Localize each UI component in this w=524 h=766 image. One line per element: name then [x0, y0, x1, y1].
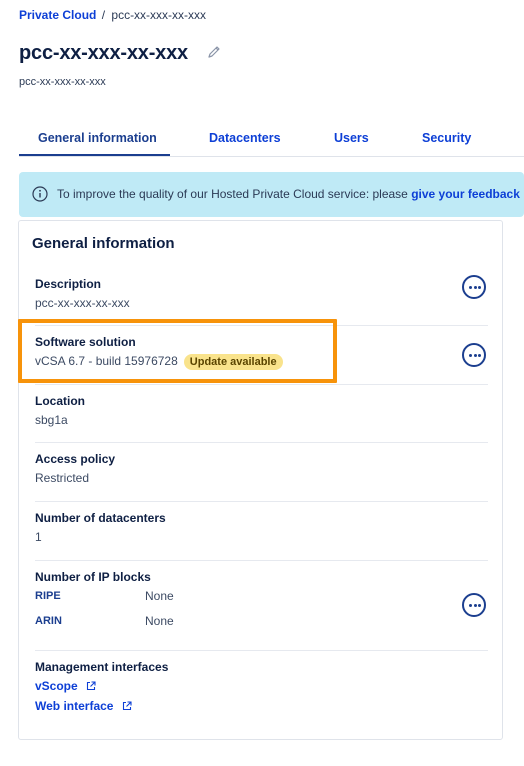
breadcrumb-private-cloud-link[interactable]: Private Cloud [19, 8, 96, 22]
ripe-label: RIPE [35, 590, 61, 602]
breadcrumb-current: pcc-xx-xxx-xx-xxx [111, 8, 207, 22]
active-tab-indicator [19, 154, 170, 156]
breadcrumb: Private Cloud / pcc-xx-xxx-xx-xxx [19, 8, 206, 22]
page-title: pcc-xx-xxx-xx-xxx [19, 42, 188, 64]
tab-general-information[interactable]: General information [38, 131, 157, 145]
arin-value: None [145, 614, 174, 628]
tab-users[interactable]: Users [334, 131, 369, 145]
datacenters-label: Number of datacenters [35, 511, 166, 525]
tab-datacenters[interactable]: Datacenters [209, 131, 281, 145]
info-icon [32, 186, 48, 202]
web-interface-link[interactable]: Web interface [35, 699, 132, 713]
general-information-card: General information Description pcc-xx-x… [18, 220, 503, 740]
location-value: sbg1a [35, 413, 68, 427]
banner-text: To improve the quality of our Hosted Pri… [57, 187, 520, 201]
ip-blocks-more-options-button[interactable] [462, 593, 486, 617]
access-policy-value: Restricted [35, 471, 90, 485]
datacenters-row: Number of datacenters 1 [35, 511, 488, 561]
feedback-banner: To improve the quality of our Hosted Pri… [19, 172, 524, 217]
banner-message: To improve the quality of our Hosted Pri… [57, 187, 412, 201]
web-interface-link-text[interactable]: Web interface [35, 699, 113, 713]
arin-label: ARIN [35, 615, 62, 627]
tab-bar: General information Datacenters Users Se… [19, 118, 524, 157]
edit-pencil-icon[interactable] [207, 45, 221, 59]
management-interfaces-label: Management interfaces [35, 660, 169, 674]
description-label: Description [35, 277, 102, 291]
card-title: General information [32, 235, 175, 252]
location-row: Location sbg1a [35, 394, 488, 443]
description-more-options-button[interactable] [462, 275, 486, 299]
ripe-value: None [145, 589, 174, 603]
breadcrumb-separator: / [101, 8, 106, 22]
description-value: pcc-xx-xxx-xx-xxx [35, 296, 130, 310]
location-label: Location [35, 394, 85, 408]
vscope-link[interactable]: vScope [35, 679, 96, 693]
management-interfaces-row: Management interfaces vScope Web interfa… [35, 660, 488, 720]
ip-blocks-row: Number of IP blocks RIPE None ARIN None [35, 570, 488, 651]
external-link-icon [122, 701, 132, 711]
tab-security[interactable]: Security [422, 131, 471, 145]
access-policy-row: Access policy Restricted [35, 452, 488, 502]
external-link-icon [86, 681, 96, 691]
page-subtitle: pcc-xx-xxx-xx-xxx [19, 76, 106, 88]
feedback-link[interactable]: give your feedback [411, 187, 520, 201]
access-policy-label: Access policy [35, 452, 116, 466]
ip-blocks-label: Number of IP blocks [35, 570, 151, 584]
software-solution-highlight-box [18, 319, 337, 383]
software-more-options-button[interactable] [462, 343, 486, 367]
vscope-link-text[interactable]: vScope [35, 679, 78, 693]
datacenters-value: 1 [35, 530, 42, 544]
